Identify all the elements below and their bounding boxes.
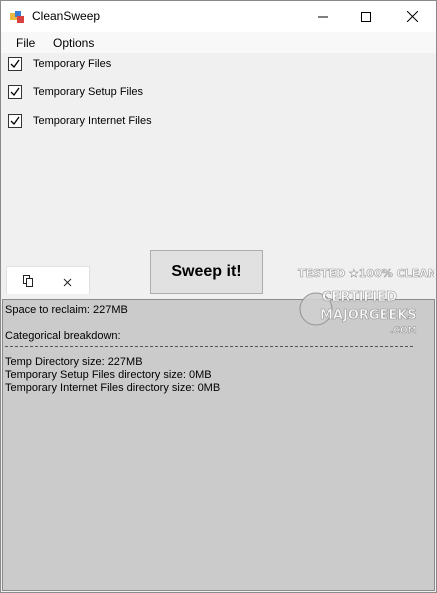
menu-file[interactable]: File [14,36,37,50]
checkmark-icon [10,116,20,126]
checkmark-icon [10,87,20,97]
checkbox-box[interactable] [8,57,22,71]
close-icon [406,11,418,22]
space-to-reclaim-text: Space to reclaim: 227MB [5,304,128,316]
checkmark-icon [10,59,20,69]
setup-dir-size: Temporary Setup Files directory size: 0M… [5,369,212,381]
tool-tab[interactable] [6,266,90,294]
minimize-button[interactable] [300,1,346,32]
menu-bar: File Options [1,32,436,53]
maximize-button[interactable] [343,1,389,32]
checkbox-label: Temporary Setup Files [33,86,144,98]
separator-line [5,346,413,347]
checkbox-label: Temporary Files [33,58,112,70]
maximize-icon [361,11,371,22]
temp-dir-size: Temp Directory size: 227MB [5,356,143,368]
checkbox-box[interactable] [8,114,22,128]
title-bar[interactable]: CleanSweep [1,1,436,32]
app-icon [10,11,24,23]
internet-dir-size: Temporary Internet Files directory size:… [5,382,221,394]
checkbox-temporary-internet-files[interactable]: Temporary Internet Files [8,113,152,129]
checkbox-box[interactable] [8,85,22,99]
window-title: CleanSweep [32,9,101,23]
checkbox-label: Temporary Internet Files [33,115,152,127]
menu-options[interactable]: Options [51,36,96,50]
checkbox-temporary-files[interactable]: Temporary Files [8,56,111,72]
output-panel: Space to reclaim: 227MB Categorical brea… [2,299,435,591]
sweep-button[interactable]: Sweep it! [150,250,263,294]
watermark-line1: TESTED ★100% CLEAN [298,267,434,280]
copy-icon[interactable] [23,274,34,292]
app-window: CleanSweep File Options Temporary Files … [0,0,437,593]
close-button[interactable] [389,1,435,32]
tab-close-icon[interactable] [63,274,72,292]
minimize-icon [318,16,328,17]
breakdown-title: Categorical breakdown: [5,330,121,342]
checkbox-temporary-setup-files[interactable]: Temporary Setup Files [8,84,143,100]
